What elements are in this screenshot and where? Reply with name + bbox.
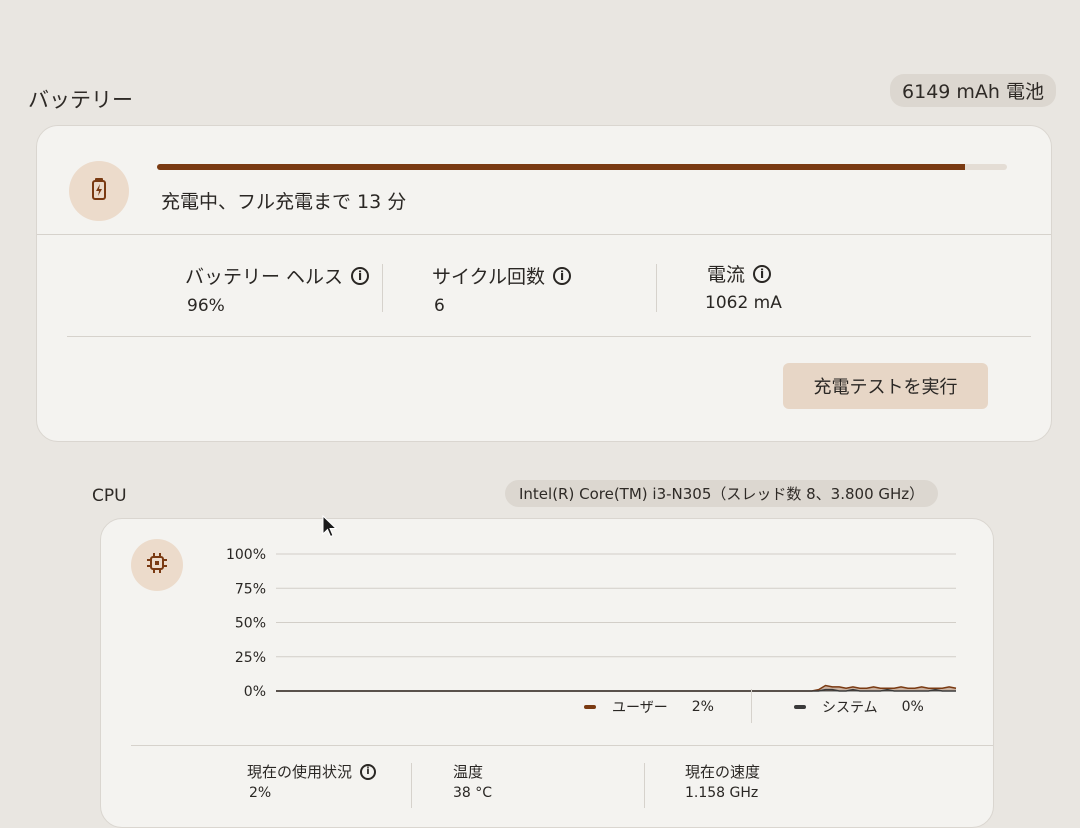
cpu-speed-label: 現在の速度: [685, 763, 761, 781]
legend-user-swatch: [584, 705, 596, 709]
legend-user-value: 2%: [691, 699, 714, 715]
battery-status-text: 充電中、フル充電まで 13 分: [161, 191, 407, 213]
battery-card: 充電中、フル充電まで 13 分 バッテリー ヘルス i 96% サイクル回数 i…: [36, 125, 1052, 442]
y-tick-label: 25%: [235, 650, 266, 666]
cpu-section-title: CPU: [92, 486, 127, 506]
current-info-icon[interactable]: i: [753, 264, 772, 283]
cycle-count-value: 6: [434, 296, 445, 316]
cycle-count-label: サイクル回数 i: [432, 262, 572, 289]
legend-divider: [751, 689, 752, 723]
legend-system-label: システム: [822, 700, 878, 716]
legend-system-swatch: [794, 705, 806, 709]
battery-divider-top: [37, 234, 1051, 235]
battery-charge-fill: [157, 164, 965, 170]
current-value: 1062 mA: [705, 293, 782, 313]
cpu-usage-chart: 100% 75% 50% 25% 0%: [226, 547, 957, 700]
battery-health-label: バッテリー ヘルス i: [185, 262, 370, 289]
cycle-count-info-icon[interactable]: i: [553, 266, 572, 285]
mouse-cursor: [322, 514, 338, 543]
cpu-stat-divider-1: [411, 763, 412, 808]
y-tick-label: 0%: [244, 684, 266, 700]
legend-user-label: ユーザー: [612, 700, 668, 716]
current-label: 電流 i: [707, 260, 772, 287]
legend-system-value: 0%: [901, 699, 924, 715]
run-charge-test-button[interactable]: 充電テストを実行: [783, 363, 988, 409]
battery-charge-bar: [157, 164, 1007, 170]
battery-charging-icon: [91, 177, 107, 205]
cpu-usage-info-icon[interactable]: i: [360, 763, 377, 780]
cpu-usage-value: 2%: [249, 785, 272, 801]
cpu-divider: [131, 745, 993, 746]
battery-health-info-icon[interactable]: i: [351, 266, 370, 285]
cpu-card: 100% 75% 50% 25% 0% ユーザー 2% システム 0% 現在の使用状況 …: [100, 518, 994, 828]
legend-system: システム 0%: [794, 697, 924, 717]
y-tick-label: 100%: [226, 547, 266, 563]
battery-icon-circle: [69, 161, 129, 221]
cpu-model-chip: Intel(R) Core(TM) i3-N305（スレッド数 8、3.800 …: [505, 480, 939, 507]
battery-stat-divider-2: [656, 264, 657, 312]
cpu-speed-value: 1.158 GHz: [685, 785, 759, 801]
y-tick-label: 50%: [235, 616, 266, 632]
cpu-temp-label: 温度: [453, 763, 484, 781]
battery-health-value: 96%: [187, 296, 225, 316]
cpu-stat-divider-2: [644, 763, 645, 808]
battery-divider-bottom: [67, 336, 1031, 337]
cpu-temp-value: 38 °C: [453, 785, 493, 801]
cpu-usage-label: 現在の使用状況 i: [247, 761, 377, 782]
battery-stat-divider-1: [382, 264, 383, 312]
battery-section-title: バッテリー: [28, 88, 133, 112]
battery-capacity-chip: 6149 mAh 電池: [890, 74, 1056, 107]
legend-user: ユーザー 2%: [584, 697, 714, 717]
y-tick-label: 75%: [235, 581, 266, 597]
